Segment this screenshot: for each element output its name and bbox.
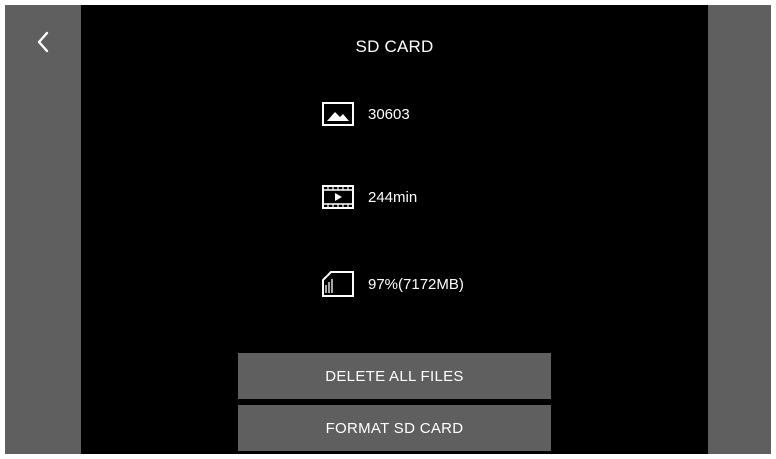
chevron-left-icon — [36, 31, 50, 58]
sd-card-screen: SD CARD 30603 244min 97%(7172MB) DELETE … — [5, 5, 771, 454]
storage-value: 97%(7172MB) — [368, 275, 464, 293]
video-length-value: 244min — [368, 188, 418, 206]
image-icon — [322, 101, 358, 127]
delete-all-files-button[interactable]: DELETE ALL FILES — [238, 353, 551, 399]
photo-count-value: 30603 — [368, 105, 410, 123]
video-length-row: 244min — [322, 184, 417, 210]
right-side-panel — [708, 5, 771, 454]
format-sd-card-button[interactable]: FORMAT SD CARD — [238, 405, 551, 451]
storage-row: 97%(7172MB) — [322, 271, 464, 297]
page-title: SD CARD — [355, 37, 434, 56]
back-button[interactable] — [5, 5, 81, 85]
film-icon — [322, 184, 358, 210]
photo-count-row: 30603 — [322, 101, 410, 127]
sd-card-icon — [322, 271, 358, 297]
